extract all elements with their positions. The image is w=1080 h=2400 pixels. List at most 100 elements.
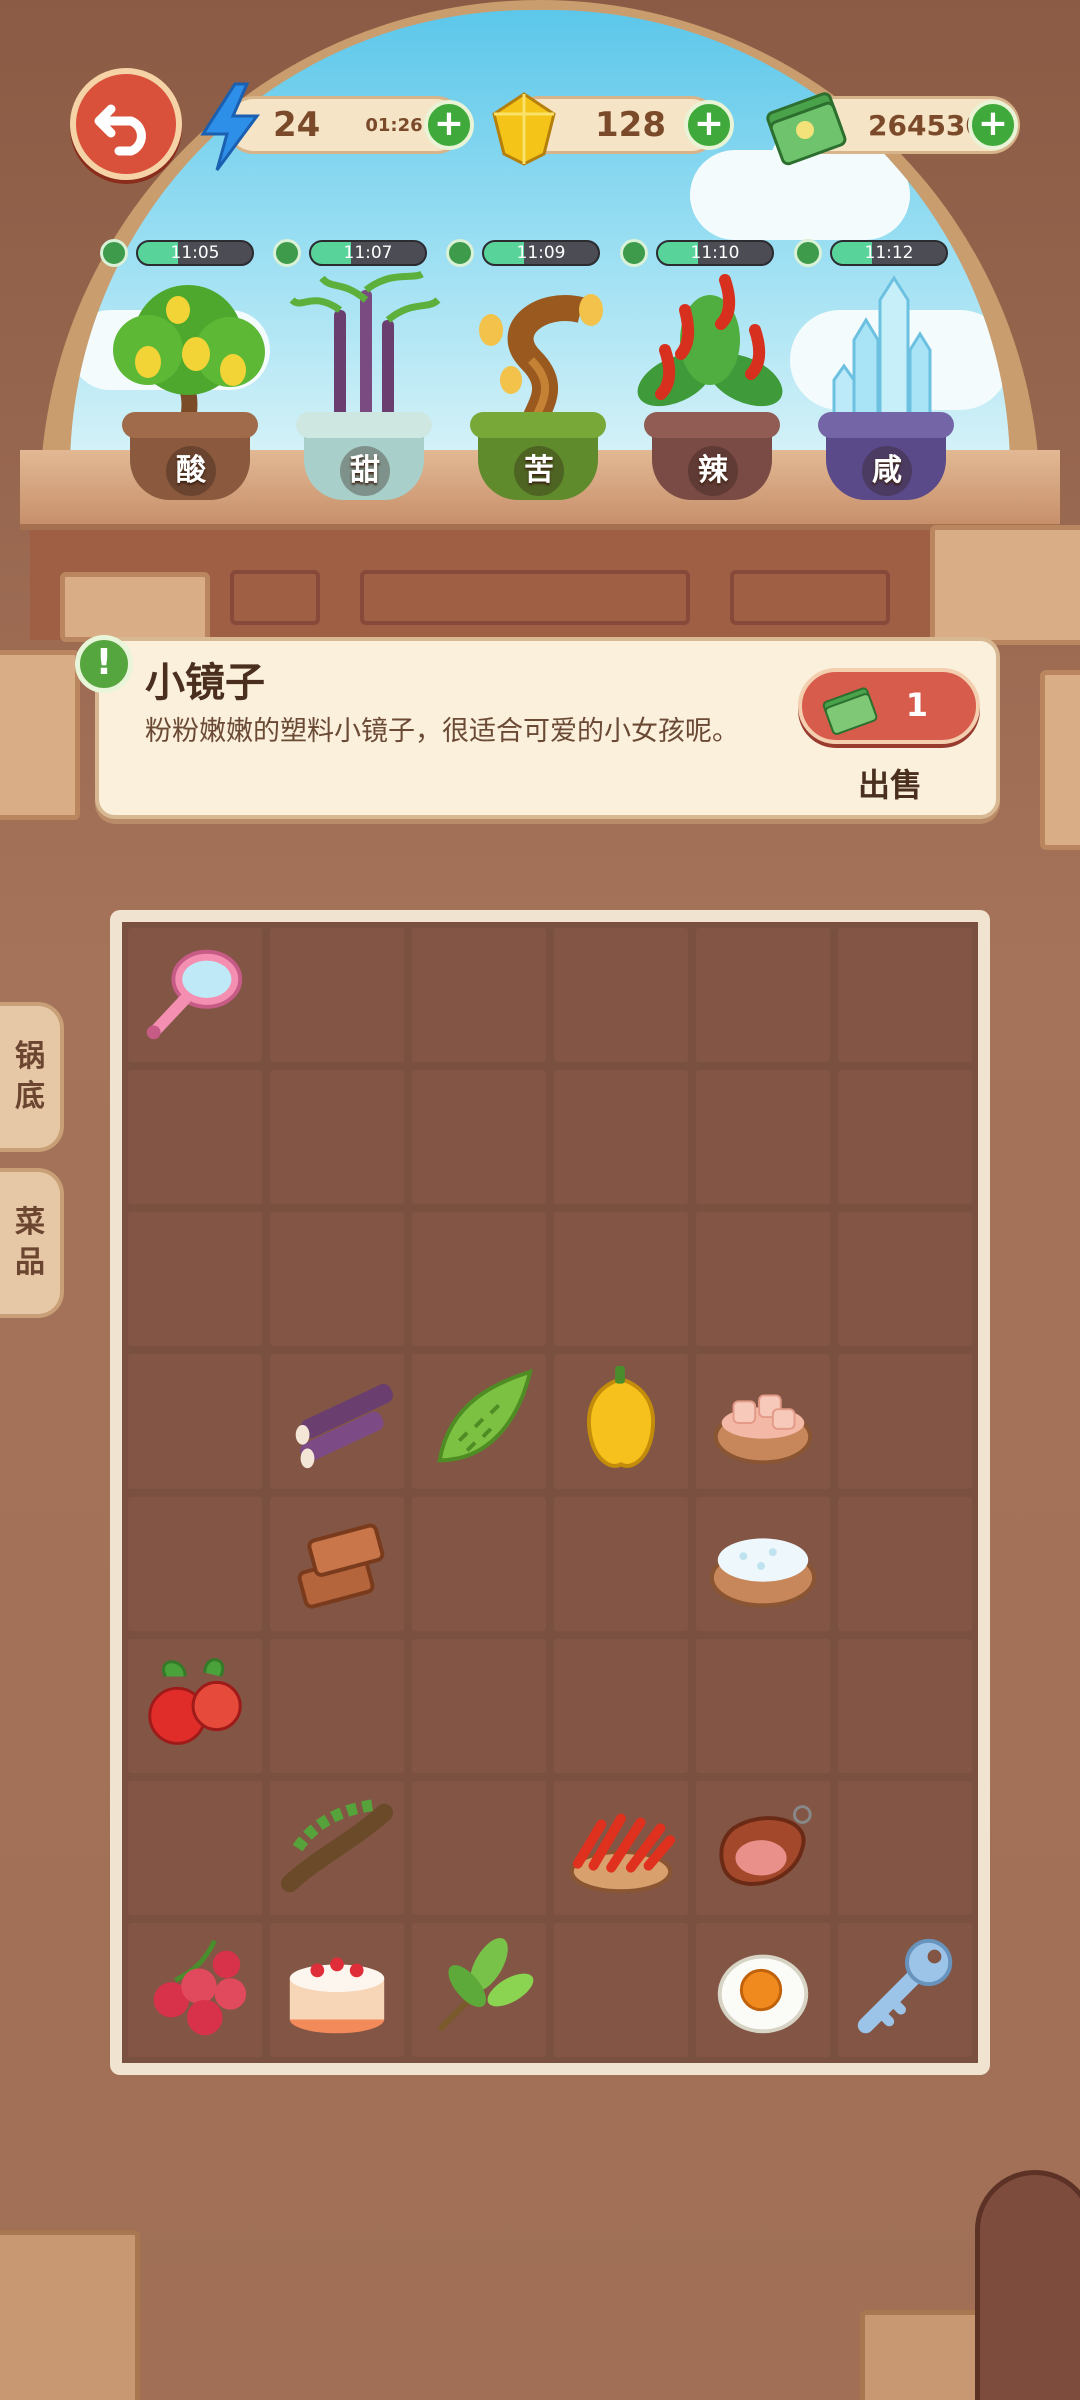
inventory-slot[interactable] bbox=[838, 1922, 972, 2057]
inventory-slot[interactable] bbox=[412, 1070, 546, 1205]
key-icon bbox=[857, 1938, 953, 2034]
inventory-slot[interactable] bbox=[412, 1354, 546, 1489]
energy-timer: 01:26 bbox=[365, 114, 423, 136]
inventory-slot[interactable] bbox=[270, 1496, 404, 1631]
inventory-slot[interactable] bbox=[554, 1070, 688, 1205]
inventory-slot[interactable] bbox=[270, 928, 404, 1063]
plant-label: 甜 bbox=[340, 446, 390, 496]
cured-meat-icon bbox=[719, 1805, 812, 1886]
plant-sweet[interactable]: 甜 bbox=[282, 230, 442, 510]
bitter-melon-icon bbox=[437, 1369, 533, 1463]
inventory-slot[interactable] bbox=[554, 1780, 688, 1915]
tab-label: 菜 bbox=[15, 1205, 45, 1240]
brown-sugar-icon bbox=[297, 1523, 385, 1609]
tab-soup-base[interactable]: 锅 底 bbox=[0, 1002, 64, 1152]
sugarcane-icon bbox=[295, 1384, 393, 1469]
gem-icon bbox=[492, 92, 556, 166]
inventory-slot[interactable] bbox=[554, 1212, 688, 1347]
tab-dishes[interactable]: 菜 品 bbox=[0, 1168, 64, 1318]
inventory-slot[interactable] bbox=[696, 928, 830, 1063]
inventory-slot[interactable] bbox=[554, 1638, 688, 1773]
pot-spicy: 辣 bbox=[644, 412, 780, 500]
item-description: 粉粉嫩嫩的塑料小镜子，很适合可爱的小女孩呢。 bbox=[145, 716, 739, 747]
inventory-slot[interactable] bbox=[838, 1780, 972, 1915]
inventory-slot[interactable] bbox=[838, 928, 972, 1063]
inventory-slot[interactable] bbox=[270, 1780, 404, 1915]
yellow-pepper-icon bbox=[586, 1366, 656, 1469]
plant-bitter[interactable]: 苦 bbox=[456, 230, 616, 510]
inventory-slot[interactable] bbox=[412, 1638, 546, 1773]
inventory-slot[interactable] bbox=[412, 1922, 546, 2057]
salt-bowl-icon bbox=[709, 1537, 817, 1607]
plant-spicy[interactable]: 辣 bbox=[630, 230, 790, 510]
salted-egg-icon bbox=[717, 1954, 809, 2034]
plant-sour[interactable]: 酸 bbox=[108, 230, 268, 510]
cake-icon bbox=[289, 1957, 385, 2034]
mirror-icon bbox=[146, 949, 243, 1040]
inventory-slot[interactable] bbox=[838, 1212, 972, 1347]
lychee-icon bbox=[153, 1939, 247, 2036]
crate-left bbox=[0, 650, 80, 820]
energy-value: 24 bbox=[273, 105, 321, 145]
inventory-slot[interactable] bbox=[412, 1212, 546, 1347]
plant-label: 苦 bbox=[514, 446, 564, 496]
inventory-slot[interactable] bbox=[128, 1638, 262, 1773]
add-cash-button[interactable]: + bbox=[968, 100, 1018, 150]
inventory-slot[interactable] bbox=[412, 1780, 546, 1915]
add-gems-button[interactable]: + bbox=[684, 100, 734, 150]
inventory-slot[interactable] bbox=[128, 1354, 262, 1489]
inventory-slot[interactable] bbox=[838, 1496, 972, 1631]
inventory-slot[interactable] bbox=[128, 1212, 262, 1347]
sell-price-value: 1 bbox=[905, 686, 928, 724]
plant-salty[interactable]: 咸 bbox=[804, 230, 964, 510]
inventory-slot[interactable] bbox=[696, 1354, 830, 1489]
inventory-slot[interactable] bbox=[696, 1212, 830, 1347]
inventory-slot[interactable] bbox=[696, 1780, 830, 1915]
lightning-icon bbox=[200, 82, 260, 171]
pot-salty: 咸 bbox=[818, 412, 954, 500]
meat-bowl-icon bbox=[713, 1394, 813, 1465]
inventory-slot[interactable] bbox=[270, 1212, 404, 1347]
inventory-slot[interactable] bbox=[270, 1922, 404, 2057]
info-exclamation-icon: ! bbox=[75, 635, 133, 693]
inventory-slot[interactable] bbox=[128, 1922, 262, 2057]
inventory-slot[interactable] bbox=[412, 928, 546, 1063]
inventory-slot[interactable] bbox=[696, 1922, 830, 2057]
inventory-grid bbox=[122, 922, 978, 2063]
tab-label: 锅 bbox=[15, 1039, 45, 1074]
crate-right-lower bbox=[1040, 670, 1080, 850]
inventory-slot[interactable] bbox=[838, 1638, 972, 1773]
back-button[interactable] bbox=[70, 68, 182, 180]
inventory-slot[interactable] bbox=[696, 1070, 830, 1205]
inventory-slot[interactable] bbox=[270, 1070, 404, 1205]
inventory-slot[interactable] bbox=[270, 1354, 404, 1489]
crate-right bbox=[930, 525, 1080, 645]
inventory-slot[interactable] bbox=[554, 1496, 688, 1631]
inventory-slot[interactable] bbox=[412, 1496, 546, 1631]
sell-label[interactable]: 出售 bbox=[858, 760, 922, 806]
gems-value: 128 bbox=[595, 105, 666, 145]
inventory-slot[interactable] bbox=[128, 928, 262, 1063]
inventory-slot[interactable] bbox=[128, 1070, 262, 1205]
inventory-slot[interactable] bbox=[128, 1780, 262, 1915]
crate-left-top bbox=[60, 572, 210, 642]
inventory-slot[interactable] bbox=[838, 1354, 972, 1489]
inventory-slot[interactable] bbox=[128, 1496, 262, 1631]
pot-sweet: 甜 bbox=[296, 412, 432, 500]
inventory-slot[interactable] bbox=[838, 1070, 972, 1205]
inventory-slot[interactable] bbox=[696, 1638, 830, 1773]
add-energy-button[interactable]: + bbox=[424, 100, 474, 150]
inventory-slot[interactable] bbox=[554, 1922, 688, 2057]
pot-bitter: 苦 bbox=[470, 412, 606, 500]
inventory-panel bbox=[110, 910, 990, 2075]
inventory-slot[interactable] bbox=[554, 1354, 688, 1489]
tea-leaves-icon bbox=[437, 1937, 534, 2032]
inventory-slot[interactable] bbox=[270, 1638, 404, 1773]
sell-button[interactable]: 1 bbox=[798, 668, 980, 744]
inventory-slot[interactable] bbox=[696, 1496, 830, 1631]
plant-label: 辣 bbox=[688, 446, 738, 496]
crate-bottom-left bbox=[0, 2230, 140, 2400]
pot-sour: 酸 bbox=[122, 412, 258, 500]
inventory-slot[interactable] bbox=[554, 928, 688, 1063]
item-title: 小镜子 bbox=[145, 660, 265, 706]
